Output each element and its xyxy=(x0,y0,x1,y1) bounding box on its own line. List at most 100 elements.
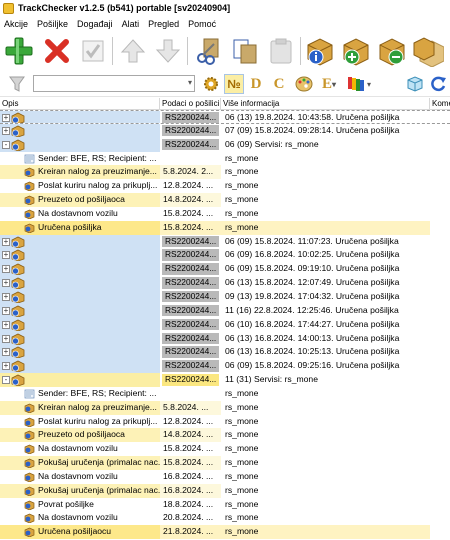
shipment-row[interactable]: + RS2200244... 06 (13) 16.8.2024. 10:25:13… xyxy=(0,345,450,360)
expand-icon[interactable]: + xyxy=(2,334,10,343)
expand-icon[interactable]: + xyxy=(2,348,10,357)
filter-button[interactable] xyxy=(6,74,28,94)
refresh-button[interactable] xyxy=(428,74,448,94)
event-row[interactable]: Pokušaj uručenja (primalac nac... 15.8.20… xyxy=(0,456,450,470)
delete-button[interactable] xyxy=(40,34,74,68)
move-up-button[interactable] xyxy=(116,34,150,68)
cell-opis: Kreiran nalog za preuzimanje... xyxy=(0,400,160,415)
menu-alati[interactable]: Alati xyxy=(122,19,140,29)
cube-icon xyxy=(407,76,423,92)
menu-dogadjaji[interactable]: Događaji xyxy=(77,19,113,29)
letter-e-icon: E xyxy=(321,75,332,92)
main-toolbar xyxy=(0,31,450,71)
shipment-row[interactable]: + RS2200244... 06 (09) 15.8.2024. 11:07:23… xyxy=(0,234,450,249)
package-remove-button[interactable] xyxy=(375,34,409,68)
refresh-icon xyxy=(431,76,446,92)
event-row[interactable]: Kreiran nalog za preuzimanje... 5.8.2024.… xyxy=(0,165,450,180)
cube-button[interactable] xyxy=(405,74,425,94)
expand-icon[interactable]: + xyxy=(2,306,10,315)
flags-button[interactable]: ▾ xyxy=(345,74,373,94)
package-info-button[interactable] xyxy=(303,34,337,68)
event-row[interactable]: Poslat kuriru nalog za prikuplj... 12.8.2… xyxy=(0,179,450,193)
filter-combobox[interactable]: ▾ xyxy=(33,75,195,92)
cell-vise-informacija: rs_mone xyxy=(225,166,259,177)
shipment-row[interactable]: + RS2200244... 07 (09) 15.8.2024. 09:28:14… xyxy=(0,123,450,138)
shipment-row[interactable]: + RS2200244... 06 (13) 15.8.2024. 12:07:49… xyxy=(0,276,450,290)
event-row[interactable]: Sender: BFE, RS; Recipient: ... rs_mone xyxy=(0,152,450,166)
expand-icon[interactable]: + xyxy=(2,320,10,329)
expand-icon[interactable]: + xyxy=(2,265,10,274)
column-header-vise-informacija[interactable]: Više informacija xyxy=(221,98,430,110)
cut-button[interactable] xyxy=(192,34,226,68)
expand-icon[interactable]: + xyxy=(2,292,10,301)
cell-opis: + xyxy=(0,317,160,332)
chevron-down-icon: ▾ xyxy=(187,78,192,87)
package-refresh-button[interactable] xyxy=(411,34,445,68)
palette-button[interactable] xyxy=(294,74,314,94)
letter-e-button[interactable]: E ▾ xyxy=(318,74,340,94)
event-row[interactable]: Na dostavnom vozilu 16.8.2024. ... rs_mone xyxy=(0,470,450,484)
event-row[interactable]: Povrat pošiljke 18.8.2024. ... rs_mone xyxy=(0,498,450,512)
settings-button[interactable] xyxy=(201,74,221,94)
cell-opis: + xyxy=(0,359,160,374)
column-header-kome[interactable]: Kome xyxy=(430,98,450,110)
paste-button[interactable] xyxy=(264,34,298,68)
shipment-row[interactable]: + RS2200244... 06 (09) 15.8.2024. 09:25:16… xyxy=(0,359,450,374)
event-description: Na dostavnom vozilu xyxy=(38,207,118,218)
event-description: Preuzeto od pošiljaoca xyxy=(38,194,125,205)
shipment-row[interactable]: + RS2200244... 06 (09) 16.8.2024. 10:02:25… xyxy=(0,248,450,263)
event-row[interactable]: Uručena pošiljka 15.8.2024. ... rs_mone xyxy=(0,220,450,235)
cell-vise-informacija: rs_mone xyxy=(225,415,259,426)
shipment-grid[interactable]: + RS2200244... 06 (13) 19.8.2024. 10:43:58… xyxy=(0,110,450,540)
expand-icon[interactable]: + xyxy=(2,362,10,371)
expand-icon[interactable]: + xyxy=(2,114,10,122)
event-row[interactable]: Pokušaj uručenja (primalac nac... 16.8.20… xyxy=(0,483,450,498)
shipment-row[interactable]: + RS2200244... 09 (13) 19.8.2024. 17:04:32… xyxy=(0,289,450,304)
cell-opis: + xyxy=(0,303,160,318)
shipment-row[interactable]: + RS2200244... 06 (09) 15.8.2024. 09:19:10… xyxy=(0,262,450,277)
cell-opis: Poslat kuriru nalog za prikuplj... xyxy=(0,179,160,193)
shipment-row[interactable]: - RS2200244... 06 (09) Servisi: rs_mone xyxy=(0,137,450,152)
number-toggle-button[interactable]: № xyxy=(224,74,244,94)
event-row[interactable]: Sender: BFE, RS; Recipient: ... rs_mone xyxy=(0,387,450,401)
cell-podaci: 15.8.2024. ... xyxy=(163,207,214,218)
event-row[interactable]: Uručena pošiljaocu 21.8.2024. ... rs_mone xyxy=(0,525,450,540)
shipment-row[interactable]: + RS2200244... 06 (13) 19.8.2024. 10:43:58… xyxy=(0,110,450,124)
package-add-button[interactable] xyxy=(339,34,373,68)
add-button[interactable] xyxy=(2,34,36,68)
event-description: Na dostavnom vozilu xyxy=(38,512,118,523)
expand-icon[interactable]: + xyxy=(2,237,10,246)
event-description: Na dostavnom vozilu xyxy=(38,443,118,454)
cell-vise-informacija: 06 (09) 16.8.2024. 10:02:25. Uručena poš… xyxy=(225,249,400,260)
event-row[interactable]: Na dostavnom vozilu 15.8.2024. ... rs_mone xyxy=(0,442,450,456)
menu-pomoc[interactable]: Pomoć xyxy=(188,19,216,29)
shipment-row[interactable]: + RS2200244... 06 (10) 16.8.2024. 17:44:27… xyxy=(0,317,450,332)
expand-icon[interactable]: + xyxy=(2,251,10,260)
menu-posiljke[interactable]: Pošiljke xyxy=(37,19,68,29)
event-row[interactable]: Kreiran nalog za preuzimanje... 5.8.2024.… xyxy=(0,400,450,415)
expand-icon[interactable]: + xyxy=(2,279,10,288)
event-row[interactable]: Preuzeto od pošiljaoca 14.8.2024. ... rs_m… xyxy=(0,428,450,443)
menu-pregled[interactable]: Pregled xyxy=(148,19,179,29)
mark-done-button[interactable] xyxy=(76,34,110,68)
shipment-row[interactable]: - RS2200244... 11 (31) Servisi: rs_mone xyxy=(0,373,450,387)
collapse-icon[interactable]: - xyxy=(2,140,10,149)
cell-opis: + xyxy=(0,331,160,346)
copy-button[interactable] xyxy=(228,34,262,68)
move-down-button[interactable] xyxy=(151,34,185,68)
letter-d-button[interactable]: D xyxy=(247,74,265,94)
column-header-opis[interactable]: Opis xyxy=(0,98,160,110)
shipment-row[interactable]: + RS2200244... 06 (13) 16.8.2024. 14:00:13… xyxy=(0,331,450,346)
shipment-row[interactable]: + RS2200244... 11 (16) 22.8.2024. 12:25:46… xyxy=(0,303,450,318)
menu-akcije[interactable]: Akcije xyxy=(4,19,28,29)
event-row[interactable]: Na dostavnom vozilu 20.8.2024. ... rs_mone xyxy=(0,511,450,525)
cell-opis: Na dostavnom vozilu xyxy=(0,511,160,525)
event-icon xyxy=(24,209,35,220)
column-header-podaci[interactable]: Podaci o pošilici xyxy=(160,98,221,110)
event-row[interactable]: Na dostavnom vozilu 15.8.2024. ... rs_mone xyxy=(0,207,450,221)
collapse-icon[interactable]: - xyxy=(2,376,10,385)
letter-c-button[interactable]: C xyxy=(270,74,288,94)
event-row[interactable]: Poslat kuriru nalog za prikuplj... 12.8.2… xyxy=(0,415,450,429)
event-row[interactable]: Preuzeto od pošiljaoca 14.8.2024. ... rs_m… xyxy=(0,193,450,207)
expand-icon[interactable]: + xyxy=(2,126,10,135)
